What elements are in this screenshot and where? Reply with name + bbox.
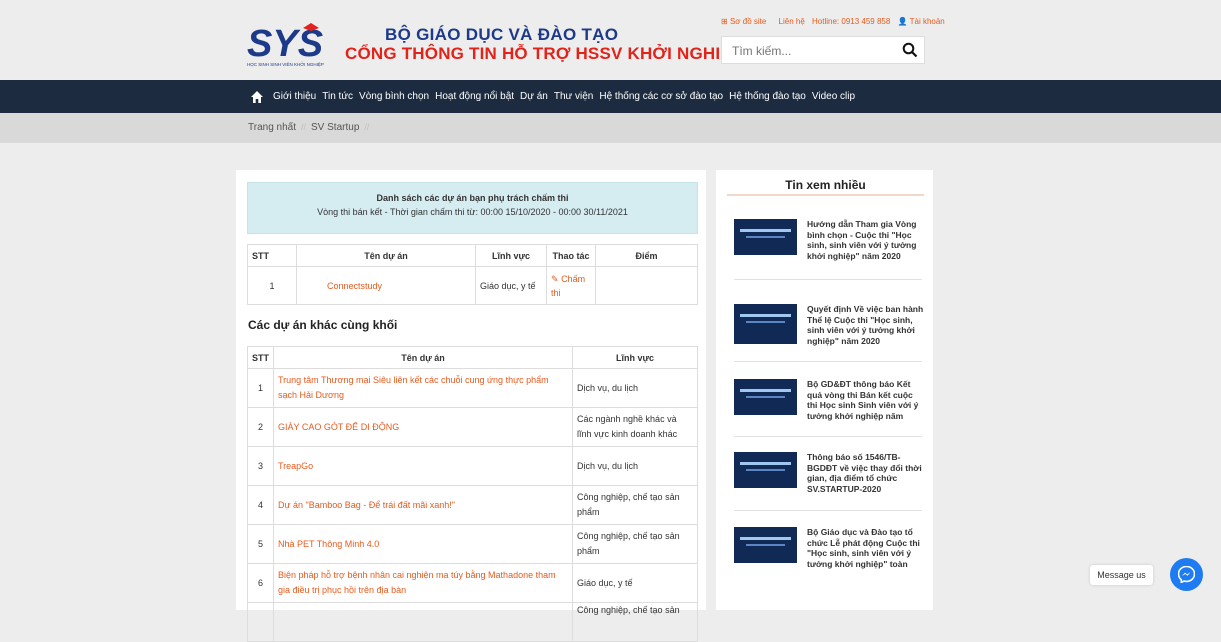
brand-portal: CỔNG THÔNG TIN HỖ TRỢ HSSV KHỞI NGHIỆP [345, 44, 744, 63]
search-input[interactable] [730, 38, 904, 64]
nav-item-he-thong-dao-tao[interactable]: Hệ thống đào tạo [729, 91, 806, 102]
table-row: 1 Connectstudy Giáo dục, y tế ✎ Chấm thi [247, 266, 698, 305]
account-link[interactable]: 👤 Tài khoản [898, 17, 950, 26]
news-title[interactable]: Hướng dẫn Tham gia Vòng bình chọn - Cuộc… [807, 219, 925, 261]
home-icon[interactable] [250, 90, 264, 104]
divider [734, 361, 922, 362]
nav-item-thu-vien[interactable]: Thư viện [554, 91, 594, 102]
row-score [595, 266, 698, 305]
info-alert: Danh sách các dự án bạn phụ trách chấm t… [247, 182, 698, 234]
nav-item-tin-tuc[interactable]: Tin tức [322, 91, 353, 102]
row-field: Công nghiệp, chế tạo sản [572, 602, 698, 642]
divider [734, 436, 922, 437]
project-link[interactable]: Biện pháp hỗ trợ bệnh nhân cai nghiện ma… [273, 563, 573, 603]
row-field: Dịch vụ, du lịch [572, 446, 698, 486]
col-stt: STT [247, 244, 297, 267]
row-stt: 3 [247, 446, 274, 486]
row-field: Giáo dục, y tế [475, 266, 547, 305]
col-project-name: Tên dự án [296, 244, 476, 267]
col-score: Điểm [595, 244, 698, 267]
message-us-label[interactable]: Message us [1090, 565, 1153, 585]
project-link[interactable]: GIÀY CAO GÓT ĐẾ DI ĐỘNG [273, 407, 573, 447]
sitemap-link[interactable]: ⊞ Sơ đồ site [721, 17, 771, 26]
news-title[interactable]: Bộ GD&ĐT thông báo Kết quả vòng thi Bán … [807, 379, 925, 421]
project-link[interactable]: Connectstudy [296, 266, 476, 305]
contact-link[interactable]: Liên hệ [779, 17, 805, 26]
table-row: Công nghiệp, chế tạo sản [247, 602, 698, 642]
logo-caption: HỌC SINH SINH VIÊN KHỞI NGHIỆP [247, 60, 324, 67]
col-stt: STT [247, 346, 274, 369]
project-link[interactable]: TreapGo [273, 446, 573, 486]
section-title: Các dự án khác cùng khối [248, 318, 398, 332]
nav-item-du-an[interactable]: Dự án [520, 91, 548, 102]
news-thumbnail[interactable] [734, 219, 797, 255]
site-header: SYS HỌC SINH SINH VIÊN KHỞI NGHIỆP BỘ GI… [0, 0, 1221, 80]
news-title[interactable]: Thông báo số 1546/TB-BGDĐT về việc thay … [807, 452, 925, 494]
messenger-icon [1178, 566, 1195, 583]
other-projects-table: STT Tên dự án Lĩnh vực 1 Trung tâm Thươn… [247, 346, 698, 642]
project-link[interactable]: Dự án "Bamboo Bag - Để trái đất mãi xanh… [273, 485, 573, 525]
row-field: Giáo dục, y tế [572, 563, 698, 603]
project-link[interactable] [273, 602, 573, 642]
alert-subtitle: Vòng thi bán kết - Thời gian chấm thi từ… [317, 207, 628, 217]
row-stt: 1 [247, 266, 297, 305]
row-stt [247, 602, 274, 642]
row-stt: 4 [247, 485, 274, 525]
col-action: Thao tác [546, 244, 596, 267]
col-field: Lĩnh vực [475, 244, 547, 267]
row-stt: 2 [247, 407, 274, 447]
table-row: 5 Nhà PET Thông Minh 4.0 Công nghiệp, ch… [247, 524, 698, 564]
project-link[interactable]: Trung tâm Thương mại Siêu liên kết các c… [273, 368, 573, 408]
nav-item-hoat-dong[interactable]: Hoạt động nổi bật [435, 91, 514, 102]
news-title[interactable]: Quyết định Về việc ban hành Thể lệ Cuộc … [807, 304, 925, 346]
col-field: Lĩnh vực [572, 346, 698, 369]
news-thumbnail[interactable] [734, 452, 797, 488]
table-row: 3 TreapGo Dịch vụ, du lịch [247, 446, 698, 486]
assigned-projects-table: STT Tên dự án Lĩnh vực Thao tác Điểm 1 C… [247, 244, 698, 305]
row-stt: 1 [247, 368, 274, 408]
hotline-link[interactable]: Hotline: 0913 459 858 [812, 17, 890, 26]
row-field: Công nghiệp, chế tạo sản phẩm [572, 485, 698, 525]
news-thumbnail[interactable] [734, 379, 797, 415]
table-row: 1 Trung tâm Thương mại Siêu liên kết các… [247, 368, 698, 408]
news-thumbnail[interactable] [734, 304, 797, 344]
main-nav: Giới thiệu Tin tức Vòng bình chọn Hoạt đ… [0, 80, 1221, 113]
divider [734, 279, 922, 280]
row-field: Các ngành nghề khác và lĩnh vực kinh doa… [572, 407, 698, 447]
search-box [721, 36, 925, 64]
row-field: Công nghiệp, chế tạo sản phẩm [572, 524, 698, 564]
breadcrumb-bar: Trang nhất//SV Startup// [0, 113, 1221, 143]
sys-logo[interactable]: SYS HỌC SINH SINH VIÊN KHỞI NGHIỆP [247, 22, 359, 68]
breadcrumb-current[interactable]: SV Startup [311, 122, 359, 133]
project-link[interactable]: Nhà PET Thông Minh 4.0 [273, 524, 573, 564]
table-row: 6 Biện pháp hỗ trợ bệnh nhân cai nghiện … [247, 563, 698, 603]
nav-item-video-clip[interactable]: Video clip [812, 91, 855, 102]
messenger-button[interactable] [1170, 558, 1203, 591]
table-row: 4 Dự án "Bamboo Bag - Để trái đất mãi xa… [247, 485, 698, 525]
row-stt: 6 [247, 563, 274, 603]
brand-ministry: BỘ GIÁO DỤC VÀ ĐÀO TẠO [385, 25, 619, 44]
row-field: Dịch vụ, du lịch [572, 368, 698, 408]
top-links: ⊞ Sơ đồ site Liên hệ Hotline: 0913 459 8… [721, 17, 955, 26]
grade-action[interactable]: ✎ Chấm thi [546, 266, 596, 305]
col-project-name: Tên dự án [273, 346, 573, 369]
breadcrumb-home[interactable]: Trang nhất [248, 122, 296, 133]
alert-title: Danh sách các dự án bạn phụ trách chấm t… [376, 193, 569, 203]
row-stt: 5 [247, 524, 274, 564]
news-title[interactable]: Bộ Giáo dục và Đào tạo tổ chức Lễ phát đ… [807, 527, 925, 569]
search-icon[interactable] [902, 42, 918, 58]
edit-icon: ✎ [551, 273, 559, 284]
breadcrumb: Trang nhất//SV Startup// [248, 122, 370, 133]
nav-item-co-so-dao-tao[interactable]: Hệ thống các cơ sở đào tạo [599, 91, 723, 102]
nav-item-vong-binh-chon[interactable]: Vòng bình chọn [359, 91, 429, 102]
news-thumbnail[interactable] [734, 527, 797, 563]
divider [734, 510, 922, 511]
table-row: 2 GIÀY CAO GÓT ĐẾ DI ĐỘNG Các ngành nghề… [247, 407, 698, 447]
sidebar-title: Tin xem nhiều [727, 178, 924, 196]
nav-item-gioi-thieu[interactable]: Giới thiệu [273, 91, 316, 102]
